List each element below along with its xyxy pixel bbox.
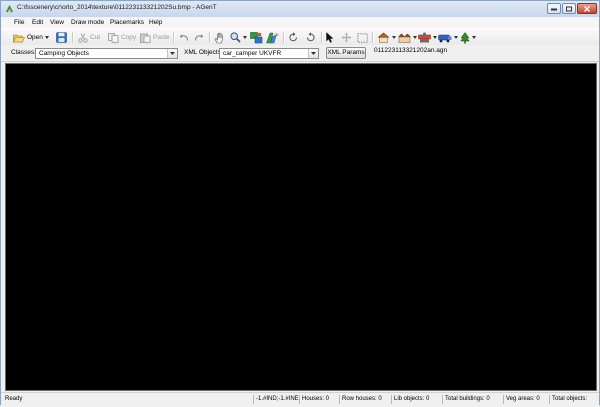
vehicles-button[interactable] (438, 31, 458, 44)
toolbar-separator (283, 32, 285, 43)
xml-objects-dropdown[interactable]: car_camper UKVFR (219, 47, 319, 59)
copy-button[interactable]: Copy (108, 31, 136, 44)
map-layers-button[interactable] (250, 31, 263, 44)
maximize-icon (566, 6, 572, 11)
magnifier-icon (230, 32, 241, 43)
floppy-disk-icon (56, 32, 67, 43)
maximize-button[interactable] (562, 3, 576, 14)
menu-help[interactable]: Help (149, 19, 162, 26)
agn-file-name: 011223113321202an.agn (374, 47, 448, 54)
rotate-right-icon (307, 32, 315, 42)
texture-id-icon: ID (266, 32, 279, 43)
title-bar[interactable]: C:\fsscenery\cr\orto_2014\texture\011223… (1, 1, 599, 18)
toolbar-separator (72, 32, 74, 43)
toolbar-separator (173, 32, 175, 43)
open-label: Open (27, 34, 43, 41)
paste-icon (140, 33, 151, 43)
menu-bar: File Edit View Draw mode Placemarks Help (1, 17, 599, 28)
house-icon (377, 32, 390, 43)
save-button[interactable] (56, 31, 67, 44)
paste-button[interactable]: Paste (140, 31, 170, 44)
folder-open-icon (13, 34, 25, 42)
classes-value: Camping Objects (39, 50, 89, 57)
cut-button[interactable]: Cut (78, 31, 100, 44)
menu-file[interactable]: File (14, 19, 24, 26)
classes-dropdown-arrow[interactable] (167, 48, 177, 58)
status-total-buildings: Total buildings: 0 (442, 395, 503, 404)
cut-label: Cut (90, 34, 101, 41)
vehicle-icon (438, 34, 452, 42)
select-tool-button[interactable] (326, 31, 334, 44)
xml-objects-label: XML Objects: (184, 49, 223, 56)
move-icon (341, 32, 352, 43)
pan-tool-button[interactable] (214, 31, 225, 44)
toolbar-separator (209, 32, 211, 43)
close-button[interactable] (577, 3, 597, 14)
status-houses: Houses: 0 (299, 395, 339, 404)
menu-placemarks[interactable]: Placemarks (110, 19, 144, 26)
rotate-left-button[interactable] (288, 31, 299, 44)
minimize-icon (551, 8, 557, 10)
row-houses-button[interactable] (398, 31, 417, 44)
rectangle-tool-button[interactable] (357, 31, 368, 44)
chevron-down-icon (433, 36, 437, 39)
window-title: C:\fsscenery\cr\orto_2014\texture\011223… (17, 4, 217, 11)
xml-objects-dropdown-arrow[interactable] (308, 48, 318, 58)
scissors-icon (78, 32, 88, 43)
paste-label: Paste (153, 34, 170, 41)
svg-text:ID: ID (275, 32, 279, 37)
menu-view[interactable]: View (50, 19, 64, 26)
lib-objects-button[interactable] (418, 31, 437, 44)
chevron-down-icon (392, 36, 396, 39)
move-tool-button[interactable] (341, 31, 352, 44)
zoom-tool-button[interactable] (230, 31, 247, 44)
xml-params-button[interactable]: XML Params (326, 47, 366, 59)
status-veg-areas: Veg areas: 0 (503, 395, 549, 404)
menu-draw-mode[interactable]: Draw mode (71, 19, 104, 26)
rotate-left-icon (289, 32, 297, 42)
undo-button[interactable] (179, 31, 189, 44)
houses-button[interactable] (377, 31, 396, 44)
open-button[interactable]: Open (13, 31, 49, 44)
app-window: C:\fsscenery\cr\orto_2014\texture\011223… (0, 0, 600, 407)
undo-icon (179, 34, 189, 41)
toolbar-separator (321, 32, 323, 43)
object-options-bar: Classes: Camping Objects XML Objects: ca… (1, 45, 599, 62)
texture-id-button[interactable]: ID (266, 31, 279, 44)
row-house-icon (398, 33, 411, 43)
rotate-right-button[interactable] (305, 31, 316, 44)
status-lib-objects: Lib objects: 0 (391, 395, 442, 404)
map-canvas[interactable] (5, 63, 597, 391)
status-total-objects: Total objects: (549, 395, 599, 404)
chevron-down-icon (170, 51, 175, 55)
copy-icon (108, 32, 119, 43)
status-row-houses: Row houses: 0 (339, 395, 391, 404)
chevron-down-icon (454, 36, 458, 39)
chevron-down-icon (44, 36, 49, 39)
app-logo-icon (5, 4, 14, 13)
minimize-button[interactable] (547, 3, 561, 14)
tree-icon (460, 31, 470, 43)
status-coordinates: -1.#IND;-1.#INE (253, 395, 299, 404)
menu-edit[interactable]: Edit (32, 19, 43, 26)
xml-objects-value: car_camper UKVFR (223, 50, 282, 57)
classes-dropdown[interactable]: Camping Objects (35, 47, 178, 59)
classes-label: Classes: (11, 49, 36, 56)
status-ready: Ready (5, 396, 23, 402)
hand-icon (214, 32, 223, 43)
pointer-icon (326, 32, 334, 43)
chevron-down-icon (243, 36, 247, 39)
chevron-down-icon (413, 36, 417, 39)
close-icon (584, 5, 590, 12)
vegetation-button[interactable] (460, 31, 476, 44)
rectangle-select-icon (357, 32, 368, 43)
map-layers-icon (250, 31, 263, 43)
toolbar-separator (372, 32, 374, 43)
library-object-icon (418, 32, 431, 43)
chevron-down-icon (472, 36, 476, 39)
redo-icon (194, 34, 204, 41)
redo-button[interactable] (194, 31, 204, 44)
chevron-down-icon (311, 51, 316, 55)
copy-label: Copy (121, 34, 137, 41)
